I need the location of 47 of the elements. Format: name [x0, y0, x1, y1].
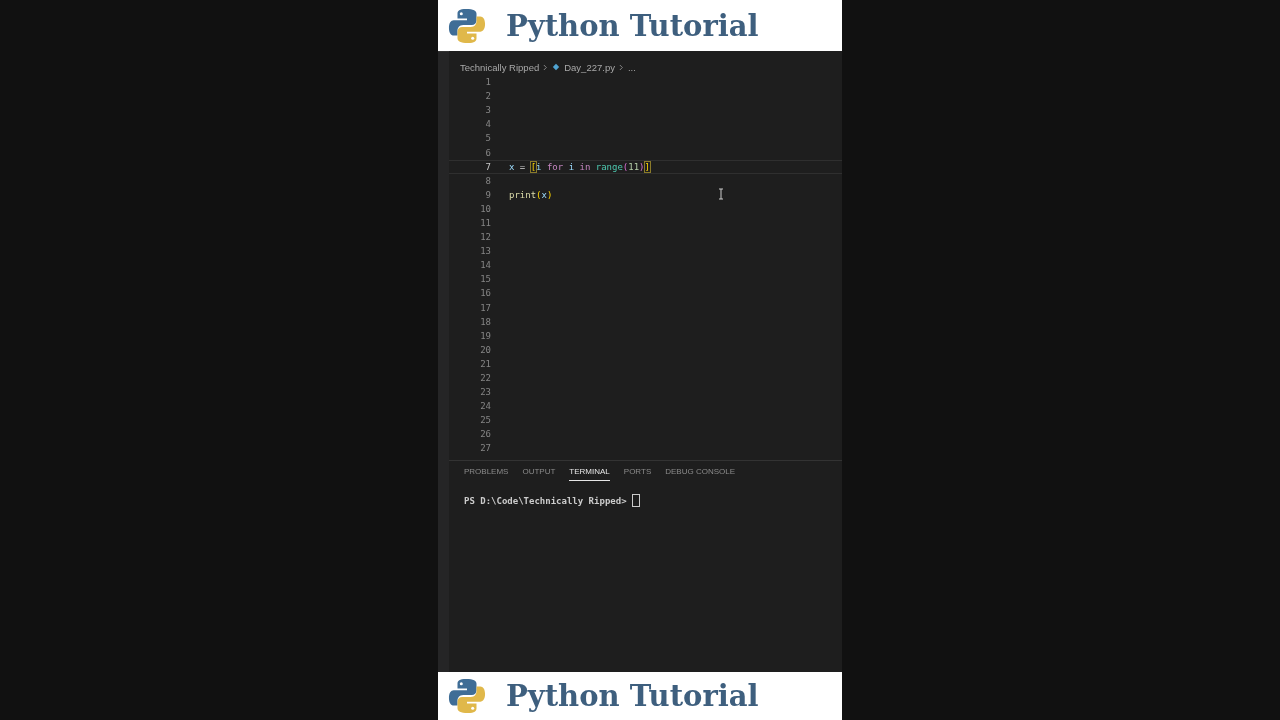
line-number: 8: [484, 175, 491, 186]
line-number: 1: [484, 77, 491, 88]
chevron-icon: [618, 63, 624, 71]
line-number: 2: [484, 91, 491, 102]
line-number: 19: [479, 330, 491, 341]
line-number: 9: [484, 189, 491, 200]
line-number: 12: [479, 232, 491, 243]
line-number: 17: [479, 302, 491, 313]
line-number: 5: [484, 133, 491, 144]
line-number: 3: [484, 105, 491, 116]
line-number: 6: [484, 147, 491, 158]
terminal-cursor: [631, 494, 640, 507]
line-number: 7: [484, 161, 491, 172]
line-number: 21: [479, 358, 491, 369]
python-logo-icon: [448, 677, 486, 715]
breadcrumb-item[interactable]: Day_227.py: [564, 61, 615, 73]
banner-title: Python Tutorial: [506, 679, 759, 713]
panel-tab[interactable]: DEBUG CONSOLE: [665, 467, 736, 481]
line-number: 23: [479, 387, 491, 398]
panel-tab[interactable]: PROBLEMS: [464, 467, 509, 481]
line-number: 13: [479, 246, 491, 257]
line-number: 22: [479, 373, 491, 383]
line-number: 15: [479, 274, 491, 285]
panel-tab[interactable]: OUTPUT: [522, 467, 556, 481]
chevron-icon: [543, 63, 549, 71]
line-number: 11: [479, 218, 491, 228]
panel-tab[interactable]: PORTS: [623, 467, 652, 481]
terminal-prompt: PS D:\Code\Technically Ripped>: [464, 495, 627, 506]
python-logo-icon: [448, 6, 486, 45]
breadcrumb-item[interactable]: Technically Ripped: [460, 61, 540, 73]
panel-tab[interactable]: TERMINAL: [569, 467, 610, 481]
code-line: print(x): [509, 189, 553, 200]
file-type-icon: [552, 63, 561, 71]
line-number: 16: [479, 288, 491, 299]
text-cursor-icon: [718, 188, 724, 200]
breadcrumb-more[interactable]: ...: [627, 61, 636, 73]
line-number: 4: [484, 119, 491, 130]
line-number: 20: [479, 344, 491, 355]
line-number: 14: [479, 260, 491, 271]
banner-title: Python Tutorial: [506, 8, 759, 43]
line-number: 24: [479, 401, 491, 412]
code-line: x = [i for i in range(11)]: [509, 161, 650, 172]
line-number: 26: [479, 429, 491, 440]
line-number: 10: [479, 203, 491, 214]
line-number: 25: [479, 415, 491, 426]
line-number: 27: [479, 443, 491, 454]
line-number: 18: [479, 316, 491, 327]
